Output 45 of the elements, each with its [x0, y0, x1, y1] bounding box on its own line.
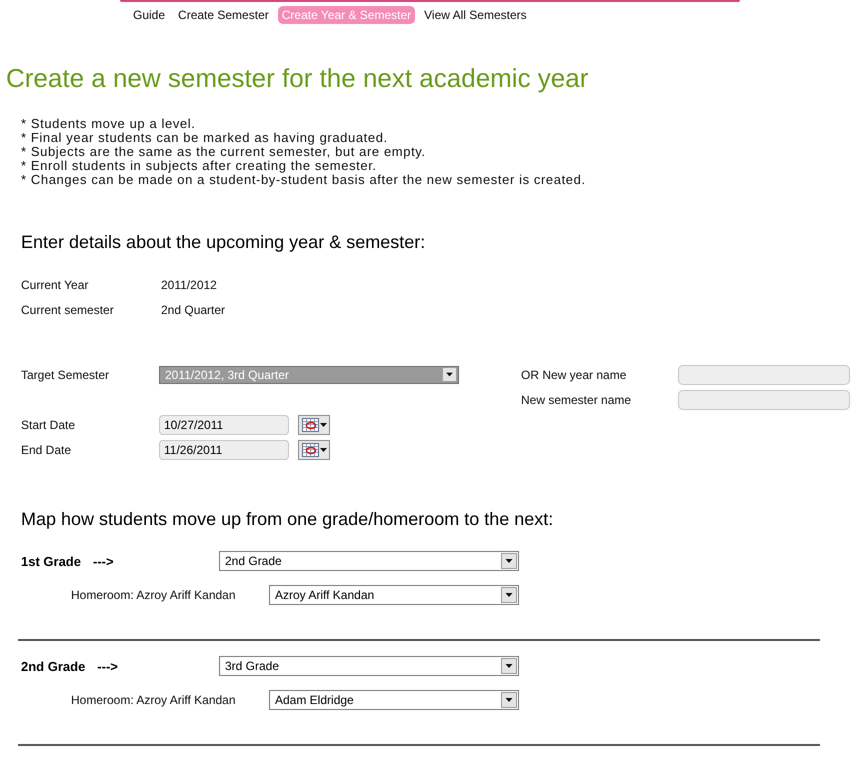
date-field[interactable]: 11/26/2011 — [159, 440, 289, 460]
grade-label: 1st Grade — [21, 554, 81, 568]
field-label: Start Date — [21, 418, 76, 432]
date-field[interactable]: 10/27/2011 — [159, 414, 289, 434]
dropdown-icon[interactable] — [501, 658, 517, 674]
calendar-button[interactable] — [298, 414, 330, 434]
input-field[interactable] — [678, 390, 850, 410]
field-label: Target Semester — [21, 368, 110, 382]
dropdown-icon[interactable] — [501, 692, 517, 708]
homeroom-label: Homeroom: Azroy Ariff Kandan — [71, 693, 237, 707]
dropdown-icon[interactable] — [501, 553, 517, 569]
calendar-icon — [302, 442, 318, 456]
nav-link[interactable]: Create Semester — [174, 6, 273, 24]
note-text: * Students move up a level. — [21, 117, 196, 131]
note-text: * Subjects are the same as the current semester, but are empty. — [21, 145, 427, 159]
field-label: Current semester — [21, 302, 115, 316]
homeroom-select[interactable]: Azroy Ariff Kandan — [269, 585, 519, 605]
input-field[interactable] — [678, 364, 850, 384]
caret-icon — [320, 448, 326, 452]
arrow-text: ---> — [97, 658, 118, 674]
nav-link[interactable]: View All Semesters — [420, 6, 531, 24]
dropdown-icon[interactable] — [442, 367, 457, 382]
field-label: Current Year — [21, 278, 90, 292]
field-value: 2011/2012 — [161, 278, 218, 292]
field-label: End Date — [21, 442, 72, 456]
note-text: * Enroll students in subjects after creating the semester. — [21, 159, 378, 173]
homeroom-select[interactable]: Adam Eldridge — [269, 690, 519, 710]
dropdown-icon[interactable] — [501, 587, 517, 603]
grade-select[interactable]: 3rd Grade — [219, 656, 519, 676]
homeroom-label: Homeroom: Azroy Ariff Kandan — [71, 588, 237, 602]
calendar-icon — [302, 418, 318, 432]
grade-label: 2nd Grade — [21, 658, 86, 674]
field-label: OR New year name — [521, 368, 628, 382]
grade-select[interactable]: 2nd Grade — [219, 551, 519, 571]
note-text: * Changes can be made on a student-by-student basis after the new semester is created. — [21, 173, 587, 187]
section-heading: Enter details about the upcoming year & semester: — [21, 231, 426, 253]
section-heading: Map how students move up from one grade/homeroom to the next: — [21, 508, 554, 530]
nav-link[interactable]: Guide — [129, 6, 170, 24]
note-text: * Final year students can be marked as having graduated. — [21, 131, 389, 145]
calendar-button[interactable] — [298, 440, 330, 460]
arrow-text: ---> — [92, 554, 114, 568]
field-label: New semester name — [521, 392, 632, 406]
field-value: 2nd Quarter — [161, 302, 226, 316]
page-heading: Create a new semester for the next academic year — [6, 63, 590, 93]
caret-icon — [320, 422, 326, 426]
